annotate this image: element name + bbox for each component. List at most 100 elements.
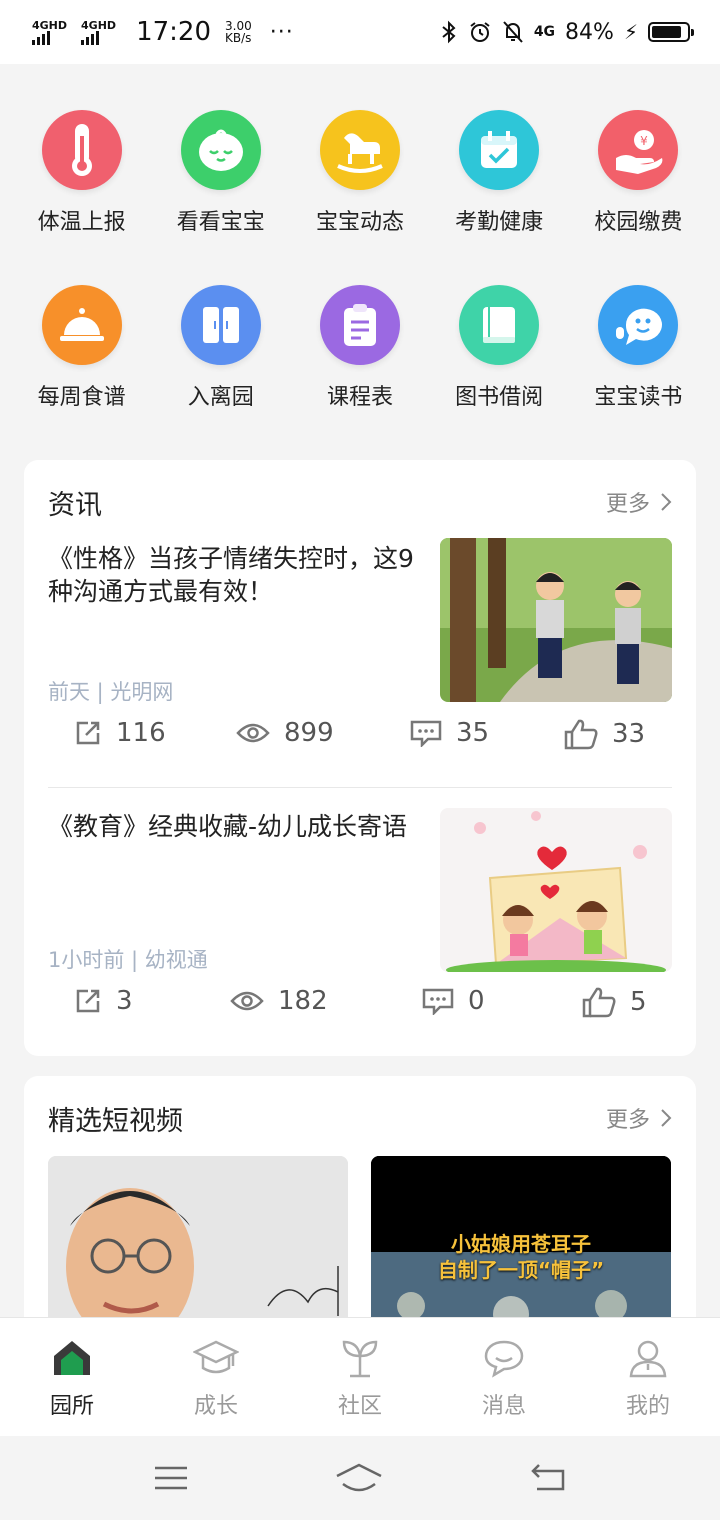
video-thumbnail[interactable]	[48, 1156, 348, 1317]
video-caption-line1: 小姑娘用苍耳子	[451, 1232, 591, 1256]
more-label: 更多	[605, 492, 650, 517]
views-count: 182	[278, 986, 328, 1016]
share-button[interactable]: 3	[74, 986, 133, 1016]
like-button[interactable]: 33	[564, 718, 645, 750]
feature-label: 图书借阅	[455, 385, 544, 410]
tab-messages[interactable]: 消息	[432, 1318, 576, 1437]
tab-growth[interactable]: 成长	[144, 1318, 288, 1437]
feature-grid: 体温上报 看看宝宝 宝宝动态 考勤健康 ¥ 校园缴费 每周食谱 入离园 课程表 …	[0, 64, 720, 456]
share-count: 116	[116, 718, 166, 748]
views-stat: 899	[236, 718, 334, 748]
chevron-right-icon	[661, 1109, 672, 1127]
thermometer-icon	[41, 110, 122, 190]
calendar-check-icon	[459, 110, 540, 190]
feature-baby-reading[interactable]: 宝宝读书	[573, 285, 703, 411]
bottom-tab-bar: 园所 成长 社区 消息 我的	[0, 1317, 720, 1437]
comment-button[interactable]: 35	[410, 718, 489, 748]
feature-row-1: 体温上报 看看宝宝 宝宝动态 考勤健康 ¥ 校园缴费	[0, 110, 720, 236]
eye-icon	[230, 991, 264, 1011]
tab-me[interactable]: 我的	[576, 1318, 720, 1437]
tab-label: 我的	[625, 1394, 670, 1419]
feature-watch-baby[interactable]: 看看宝宝	[156, 110, 286, 236]
system-nav-bar	[0, 1436, 720, 1520]
divider	[48, 787, 672, 788]
video-thumbnail[interactable]: 小姑娘用苍耳子 自制了一顶“帽子”	[371, 1156, 671, 1317]
comment-icon	[410, 720, 442, 747]
video-caption-line2: 自制了一顶“帽子”	[437, 1258, 605, 1282]
like-button[interactable]: 5	[582, 986, 647, 1018]
news-item[interactable]: 《性格》当孩子情绪失控时，这9种沟通方式最有效！ 前天 | 光明网 116 89…	[48, 538, 672, 788]
network-speed: 3.00 KB/s	[225, 20, 252, 44]
thumbs-up-icon	[582, 987, 616, 1018]
feature-schedule[interactable]: 课程表	[295, 285, 425, 411]
signal-1: 4GHD	[32, 20, 67, 45]
clock: 17:20	[136, 17, 211, 47]
videos-card: 精选短视频 更多 小姑娘用苍耳子 自制了一顶“帽子”	[24, 1076, 696, 1317]
feature-campus-payment[interactable]: ¥ 校园缴费	[573, 110, 703, 236]
mute-bell-icon	[503, 21, 523, 43]
tab-community[interactable]: 社区	[288, 1318, 432, 1437]
feature-label: 看看宝宝	[176, 210, 265, 235]
news-section-title: 资讯	[48, 489, 102, 521]
feature-row-2: 每周食谱 入离园 课程表 图书借阅 宝宝读书	[0, 285, 720, 411]
feature-label: 每周食谱	[37, 385, 126, 410]
share-count: 3	[116, 986, 133, 1016]
book-icon	[459, 285, 540, 365]
like-count: 33	[612, 719, 646, 749]
rocking-horse-icon	[319, 110, 400, 190]
house-icon	[54, 1341, 90, 1375]
videos-more-button[interactable]: 更多	[606, 1102, 672, 1134]
hand-coin-icon: ¥	[598, 110, 679, 190]
feature-attendance-health[interactable]: 考勤健康	[434, 110, 564, 236]
comment-button[interactable]: 0	[422, 986, 485, 1016]
views-count: 899	[284, 718, 334, 748]
speech-bubble-mic-icon	[598, 285, 679, 365]
news-header: 资讯 更多	[48, 482, 672, 522]
tab-label: 消息	[481, 1394, 526, 1419]
feature-label: 宝宝读书	[594, 385, 683, 410]
feature-baby-updates[interactable]: 宝宝动态	[295, 110, 425, 236]
comment-icon	[422, 988, 454, 1015]
news-meta: 前天 | 光明网	[48, 680, 174, 704]
status-bar: 4GHD 4GHD 17:20 3.00 KB/s ··· 4G 84% ⚡	[0, 0, 720, 64]
baby-face-icon	[180, 110, 261, 190]
feature-label: 校园缴费	[594, 210, 683, 235]
graduation-cap-icon	[193, 1340, 239, 1374]
double-door-icon	[180, 285, 261, 365]
person-icon	[629, 1340, 667, 1378]
speed-unit: KB/s	[225, 31, 252, 45]
comment-count: 35	[456, 718, 490, 748]
share-button[interactable]: 116	[74, 718, 166, 748]
tab-label: 社区	[337, 1394, 382, 1419]
feature-label: 课程表	[326, 385, 393, 410]
videos-section-title: 精选短视频	[48, 1105, 183, 1137]
battery-icon	[648, 22, 694, 42]
feature-label: 考勤健康	[455, 210, 544, 235]
food-cloche-icon	[41, 285, 122, 365]
sprout-icon	[342, 1340, 378, 1378]
news-more-button[interactable]: 更多	[606, 486, 672, 518]
network-type-2: 4GHD	[81, 18, 117, 32]
feature-arrival-departure[interactable]: 入离园	[156, 285, 286, 411]
news-item[interactable]: 《教育》经典收藏-幼儿成长寄语 1小时前 | 幼视通 3 182 0 5	[48, 808, 672, 1048]
feature-temperature-report[interactable]: 体温上报	[17, 110, 147, 236]
alarm-icon	[470, 22, 490, 42]
more-notifications-icon: ···	[269, 19, 294, 45]
news-thumbnail-children-letter	[440, 808, 672, 972]
like-count: 5	[630, 987, 647, 1017]
share-icon	[76, 989, 100, 1013]
tab-label: 园所	[49, 1394, 94, 1419]
svg-text:¥: ¥	[641, 134, 649, 148]
home-icon[interactable]	[334, 1462, 384, 1494]
signal-bars-icon	[81, 30, 100, 45]
feature-weekly-menu[interactable]: 每周食谱	[17, 285, 147, 411]
news-title: 《性格》当孩子情绪失控时，这9种沟通方式最有效！	[48, 544, 414, 606]
tab-campus[interactable]: 园所	[0, 1318, 144, 1437]
back-icon[interactable]	[529, 1463, 567, 1493]
battery-percent: 84%	[565, 19, 614, 45]
more-label: 更多	[605, 1108, 650, 1133]
menu-icon[interactable]	[153, 1464, 189, 1492]
news-thumbnail-boys-running	[440, 538, 672, 702]
feature-label: 体温上报	[37, 210, 126, 235]
feature-library[interactable]: 图书借阅	[434, 285, 564, 411]
